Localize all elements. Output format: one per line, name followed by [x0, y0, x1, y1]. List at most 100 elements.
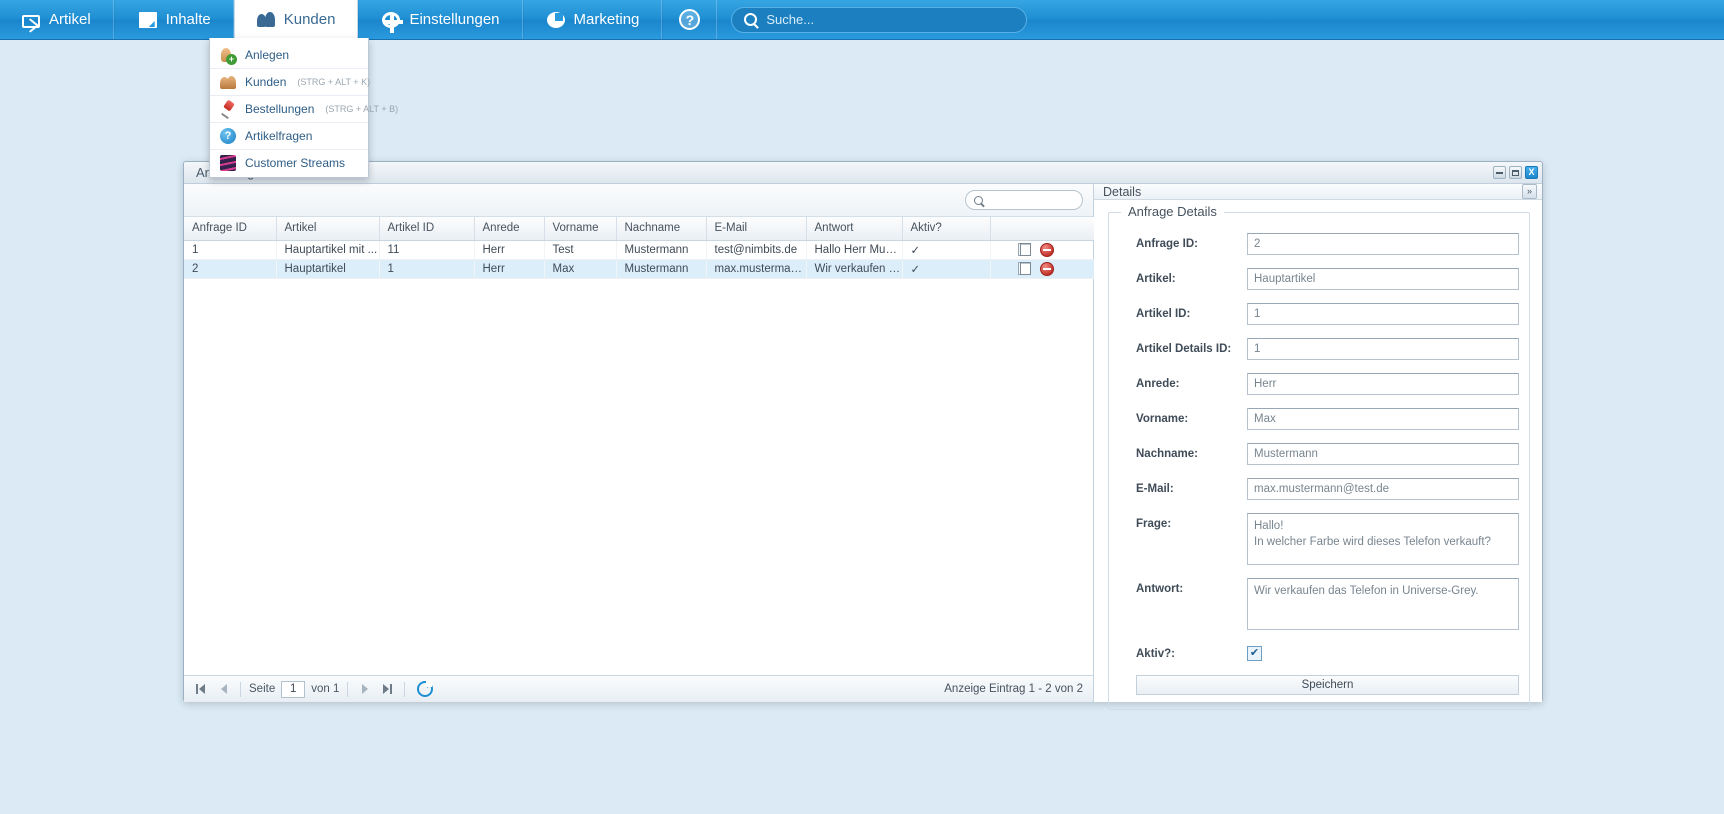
- field-artikel-details-id-input[interactable]: [1247, 338, 1519, 360]
- field-frage-textarea[interactable]: Hallo! In welcher Farbe wird dieses Tele…: [1247, 513, 1519, 565]
- people-icon: [256, 11, 275, 29]
- field-vorname-label: Vorname:: [1136, 413, 1189, 425]
- cell-antwort: Hallo Herr Must...: [806, 240, 903, 260]
- field-vorname-input[interactable]: [1247, 408, 1519, 430]
- cell-actions: [990, 259, 1095, 279]
- chevron-right-icon[interactable]: »: [1522, 184, 1537, 199]
- stream-icon: [220, 155, 236, 171]
- menu-item-customer-streams[interactable]: Customer Streams: [210, 149, 368, 176]
- artikelfragen-window: Artikelfragen X Anfrage ID Artikel: [183, 161, 1543, 710]
- page-total-label: von 1: [311, 683, 340, 695]
- column-header-email[interactable]: E-Mail: [706, 217, 807, 241]
- gear-icon: [382, 12, 404, 33]
- column-header-nachname[interactable]: Nachname: [616, 217, 707, 241]
- cell-anfrage-id: 2: [184, 259, 277, 279]
- question-icon: ?: [220, 128, 236, 144]
- cell-anrede: Herr: [474, 259, 545, 279]
- field-artikel-id-input[interactable]: [1247, 303, 1519, 325]
- nav-item-marketing-label: Marketing: [573, 11, 640, 28]
- top-navigation-bar: Artikel Inhalte Kunden Einstellungen Mar…: [0, 0, 1724, 40]
- grid-toolbar: [184, 184, 1130, 217]
- kunden-dropdown-menu: Anlegen Kunden (STRG + ALT + K) Bestellu…: [209, 38, 398, 178]
- nav-item-einstellungen[interactable]: Einstellungen: [358, 0, 523, 39]
- field-artikel-id-label: Artikel ID:: [1136, 308, 1191, 320]
- details-title: Details: [1103, 184, 1142, 199]
- field-email: E-Mail:: [1119, 478, 1519, 500]
- column-header-anfrage-id[interactable]: Anfrage ID: [184, 217, 277, 241]
- delete-icon[interactable]: [1039, 261, 1054, 276]
- cell-vorname: Test: [544, 240, 617, 260]
- menu-item-bestellungen[interactable]: Bestellungen (STRG + ALT + B): [210, 95, 398, 122]
- field-artikel: Artikel:: [1119, 268, 1519, 290]
- field-nachname-input[interactable]: [1247, 443, 1519, 465]
- copy-icon[interactable]: [1017, 262, 1031, 275]
- field-anrede-input[interactable]: [1247, 373, 1519, 395]
- add-user-icon: [220, 47, 237, 65]
- window-body: Anfrage ID Artikel Artikel ID Anrede Vor…: [184, 184, 1542, 710]
- cell-anrede: Herr: [474, 240, 545, 260]
- maximize-icon[interactable]: [1509, 166, 1522, 179]
- field-anfrage-id: Anfrage ID:: [1119, 233, 1519, 255]
- field-artikel-input[interactable]: [1247, 268, 1519, 290]
- nav-item-inhalte[interactable]: Inhalte: [113, 0, 234, 39]
- column-header-anrede[interactable]: Anrede: [474, 217, 545, 241]
- field-antwort-textarea[interactable]: Wir verkaufen das Telefon in Universe-Gr…: [1247, 578, 1519, 630]
- page-input[interactable]: [281, 680, 306, 698]
- nav-item-kunden[interactable]: Kunden: [233, 0, 359, 39]
- fieldset-legend: Anfrage Details: [1121, 204, 1224, 219]
- column-header-antwort[interactable]: Antwort: [806, 217, 903, 241]
- close-icon[interactable]: X: [1525, 166, 1538, 179]
- cell-aktiv: ✓: [902, 259, 991, 279]
- nav-item-inhalte-label: Inhalte: [165, 11, 211, 28]
- nav-item-help[interactable]: ?: [662, 0, 718, 39]
- grid-search[interactable]: [965, 190, 1130, 210]
- column-header-vorname[interactable]: Vorname: [544, 217, 617, 241]
- global-search-input[interactable]: [766, 12, 1015, 27]
- copy-icon[interactable]: [1017, 243, 1031, 256]
- menu-item-kunden-label: Kunden: [245, 75, 287, 89]
- column-header-artikel[interactable]: Artikel: [276, 217, 380, 241]
- nav-item-kunden-label: Kunden: [283, 11, 336, 28]
- prev-page-icon[interactable]: [215, 681, 232, 698]
- field-aktiv: Aktiv?: ✔: [1119, 643, 1519, 661]
- minimize-icon[interactable]: [1493, 166, 1506, 179]
- menu-item-anlegen[interactable]: Anlegen: [210, 41, 368, 68]
- cell-vorname: Max: [544, 259, 617, 279]
- column-header-aktiv[interactable]: Aktiv?: [902, 217, 991, 241]
- menu-item-bestellungen-shortcut: (STRG + ALT + B): [325, 104, 399, 114]
- menu-item-artikelfragen[interactable]: ? Artikelfragen: [210, 122, 368, 149]
- aktiv-checkbox[interactable]: ✔: [1247, 646, 1262, 661]
- table-row[interactable]: 1 Hauptartikel mit ... 11 Herr Test Must…: [184, 240, 1095, 260]
- field-artikel-details-id: Artikel Details ID:: [1119, 338, 1519, 360]
- nav-item-artikel-label: Artikel: [49, 11, 91, 28]
- field-anfrage-id-input[interactable]: [1247, 233, 1519, 255]
- nav-item-artikel[interactable]: Artikel: [0, 0, 114, 39]
- table-row[interactable]: 2 Hauptartikel 1 Herr Max Mustermann max…: [184, 259, 1095, 279]
- menu-item-customer-streams-label: Customer Streams: [245, 156, 346, 170]
- column-header-artikel-id[interactable]: Artikel ID: [379, 217, 475, 241]
- window-titlebar: Artikelfragen X: [184, 162, 1542, 184]
- menu-item-kunden[interactable]: Kunden (STRG + ALT + K): [210, 68, 371, 95]
- last-page-icon[interactable]: [379, 681, 396, 698]
- field-email-input[interactable]: [1247, 478, 1519, 500]
- delete-icon[interactable]: [1039, 242, 1054, 257]
- artikelfragen-table: Anfrage ID Artikel Artikel ID Anrede Vor…: [184, 217, 1095, 279]
- window-title: Artikelfragen: [196, 165, 1493, 180]
- pagination-status: Anzeige Eintrag 1 - 2 von 2: [944, 683, 1083, 695]
- cell-artikel: Hauptartikel mit ...: [276, 240, 380, 260]
- nav-item-marketing[interactable]: Marketing: [522, 0, 663, 39]
- page-label: Seite: [249, 683, 276, 695]
- refresh-icon[interactable]: [417, 681, 434, 697]
- table-header: Anfrage ID Artikel Artikel ID Anrede Vor…: [184, 217, 1095, 241]
- field-anrede: Anrede:: [1119, 373, 1519, 395]
- column-header-actions: [990, 217, 1095, 241]
- global-search[interactable]: [731, 6, 1028, 33]
- cell-artikel-id: 1: [379, 259, 475, 279]
- menu-item-artikelfragen-label: Artikelfragen: [245, 129, 313, 143]
- first-page-icon[interactable]: [192, 681, 209, 698]
- save-button[interactable]: Speichern: [1136, 675, 1519, 695]
- menu-item-kunden-shortcut: (STRG + ALT + K): [297, 77, 371, 87]
- next-page-icon[interactable]: [356, 681, 373, 698]
- field-aktiv-label: Aktiv?:: [1136, 648, 1175, 660]
- grid-pane: Anfrage ID Artikel Artikel ID Anrede Vor…: [184, 184, 1130, 702]
